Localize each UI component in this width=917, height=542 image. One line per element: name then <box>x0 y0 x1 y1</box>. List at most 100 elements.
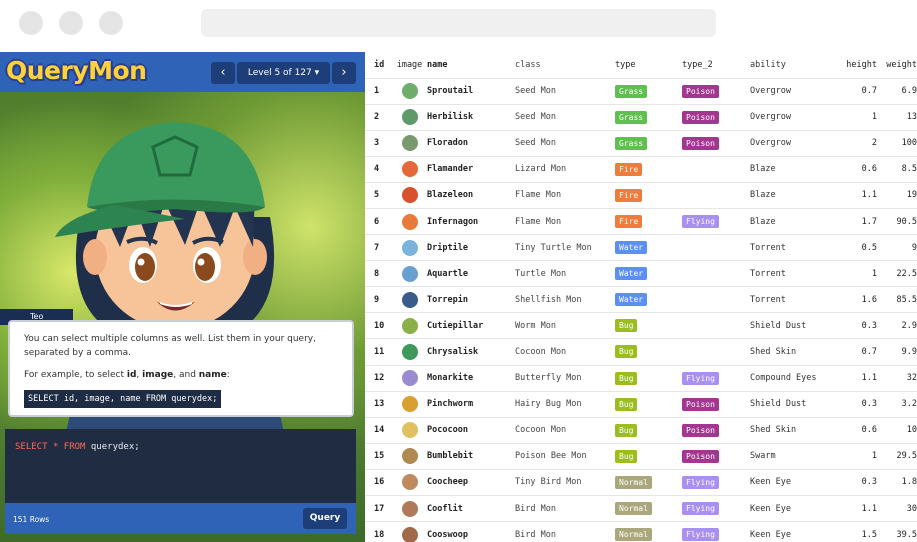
creature-sprite-icon <box>401 213 418 230</box>
cell-id: 18 <box>365 521 392 542</box>
window-minimize-dot[interactable] <box>59 11 83 35</box>
type-badge: Bug <box>615 319 638 333</box>
table-row: 2 Herbilisk Seed Mon Grass Poison Overgrow 1 13 <box>365 103 917 131</box>
cell-ability: Keen Eye <box>750 468 838 496</box>
type-badge: Poison <box>682 84 719 98</box>
cell-class: Hairy Bug Mon <box>515 390 615 418</box>
table-row: 18 Cooswoop Bird Mon Normal Flying Keen Eye 1.… <box>365 521 917 542</box>
cell-weight: 10 <box>883 416 917 444</box>
cell-type: Normal <box>615 494 682 522</box>
cell-name: Driptile <box>427 234 515 261</box>
creature-sprite-icon <box>401 239 418 256</box>
col-header-id: id <box>374 59 385 70</box>
next-level-button[interactable]: › <box>332 62 356 84</box>
cell-weight: 39.5 <box>883 521 917 542</box>
cell-image <box>392 234 427 261</box>
cell-ability: Compound Eyes <box>750 364 838 392</box>
cell-height: 0.7 <box>838 338 883 366</box>
creature-sprite-icon <box>401 422 418 439</box>
creature-sprite-icon <box>401 109 418 126</box>
creature-sprite-icon <box>401 265 418 282</box>
cell-name: Bumblebit <box>427 442 515 470</box>
chevron-right-icon: › <box>341 65 347 80</box>
sql-editor[interactable]: SELECT * FROM querydex; <box>5 429 356 503</box>
type-badge: Grass <box>615 84 648 98</box>
cell-height: 0.3 <box>838 468 883 496</box>
prev-level-button[interactable]: ‹ <box>211 62 235 84</box>
table-row: 17 Cooflit Bird Mon Normal Flying Keen Eye 1.1… <box>365 494 917 522</box>
results-table: id image name class type type_2 ability … <box>365 52 917 542</box>
sql-keyword-from: FROM <box>63 442 86 452</box>
cell-type-2: Flying <box>682 468 750 496</box>
type-badge: Normal <box>615 502 652 516</box>
type-badge: Poison <box>682 110 719 124</box>
cell-image <box>392 77 427 105</box>
cell-weight: 1.8 <box>883 468 917 496</box>
type-badge: Water <box>615 241 648 255</box>
query-button[interactable]: Query <box>303 508 347 529</box>
cell-class: Flame Mon <box>515 181 615 209</box>
col-header-class: class <box>515 59 541 70</box>
cell-type-2 <box>682 312 750 339</box>
cell-type-2: Poison <box>682 77 750 105</box>
cell-ability: Overgrow <box>750 77 838 105</box>
sql-table-name: querydex; <box>90 442 140 452</box>
col-header-name: name <box>427 59 448 70</box>
cell-type: Fire <box>615 181 682 209</box>
cell-image <box>392 442 427 470</box>
cell-image <box>392 338 427 366</box>
cell-image <box>392 260 427 287</box>
cell-height: 2 <box>838 129 883 157</box>
col-header-height: height <box>846 59 877 70</box>
cell-type-2: Flying <box>682 521 750 542</box>
cell-height: 0.6 <box>838 155 883 183</box>
cell-type-2 <box>682 338 750 366</box>
cell-type-2: Poison <box>682 416 750 444</box>
cell-class: Cocoon Mon <box>515 338 615 366</box>
cell-ability: Blaze <box>750 181 838 209</box>
cell-height: 1.5 <box>838 521 883 542</box>
table-row: 8 Aquartle Turtle Mon Water Torrent 1 22.5 <box>365 260 917 287</box>
col-header-ability: ability <box>750 59 786 70</box>
type-badge: Normal <box>615 475 652 489</box>
dialog-text: For example, to select <box>24 370 127 380</box>
table-row: 4 Flamander Lizard Mon Fire Blaze 0.6 8.5 <box>365 155 917 183</box>
cell-weight: 100 <box>883 129 917 157</box>
dialog-line-1: You can select multiple columns as well.… <box>24 334 316 358</box>
results-panel: id image name class type type_2 ability … <box>365 52 917 542</box>
col-header-type-2: type_2 <box>682 59 713 70</box>
table-header-row: id image name class type type_2 ability … <box>365 52 917 78</box>
cell-height: 1 <box>838 442 883 470</box>
address-bar[interactable] <box>201 9 716 37</box>
cell-image <box>392 155 427 183</box>
cell-height: 0.6 <box>838 416 883 444</box>
type-badge: Fire <box>615 162 643 176</box>
querymon-logo: QueryMon <box>6 56 147 85</box>
window-maximize-dot[interactable] <box>99 11 123 35</box>
cell-class: Shellfish Mon <box>515 286 615 313</box>
cell-image <box>392 312 427 339</box>
cell-image <box>392 521 427 542</box>
creature-sprite-icon <box>401 135 418 152</box>
cell-type-2: Poison <box>682 129 750 157</box>
type-badge: Grass <box>615 136 648 150</box>
level-select-dropdown[interactable]: Level 5 of 127 ▾ <box>237 62 330 84</box>
creature-sprite-icon <box>401 500 418 517</box>
window-close-dot[interactable] <box>19 11 43 35</box>
cell-ability: Shed Skin <box>750 338 838 366</box>
cell-type: Bug <box>615 416 682 444</box>
cell-id: 16 <box>365 468 392 496</box>
cell-ability: Blaze <box>750 207 838 235</box>
type-badge: Bug <box>615 449 638 463</box>
cell-height: 1 <box>838 103 883 131</box>
cell-class: Seed Mon <box>515 77 615 105</box>
table-row: 3 Floradon Seed Mon Grass Poison Overgrow 2 100 <box>365 129 917 157</box>
type-badge: Poison <box>682 136 719 150</box>
creature-sprite-icon <box>401 448 418 465</box>
cell-weight: 8.5 <box>883 155 917 183</box>
sql-example-code: SELECT id, image, name FROM querydex; <box>24 390 222 408</box>
cell-type: Fire <box>615 207 682 235</box>
cell-id: 7 <box>365 234 392 261</box>
cell-ability: Torrent <box>750 286 838 313</box>
type-badge: Grass <box>615 110 648 124</box>
